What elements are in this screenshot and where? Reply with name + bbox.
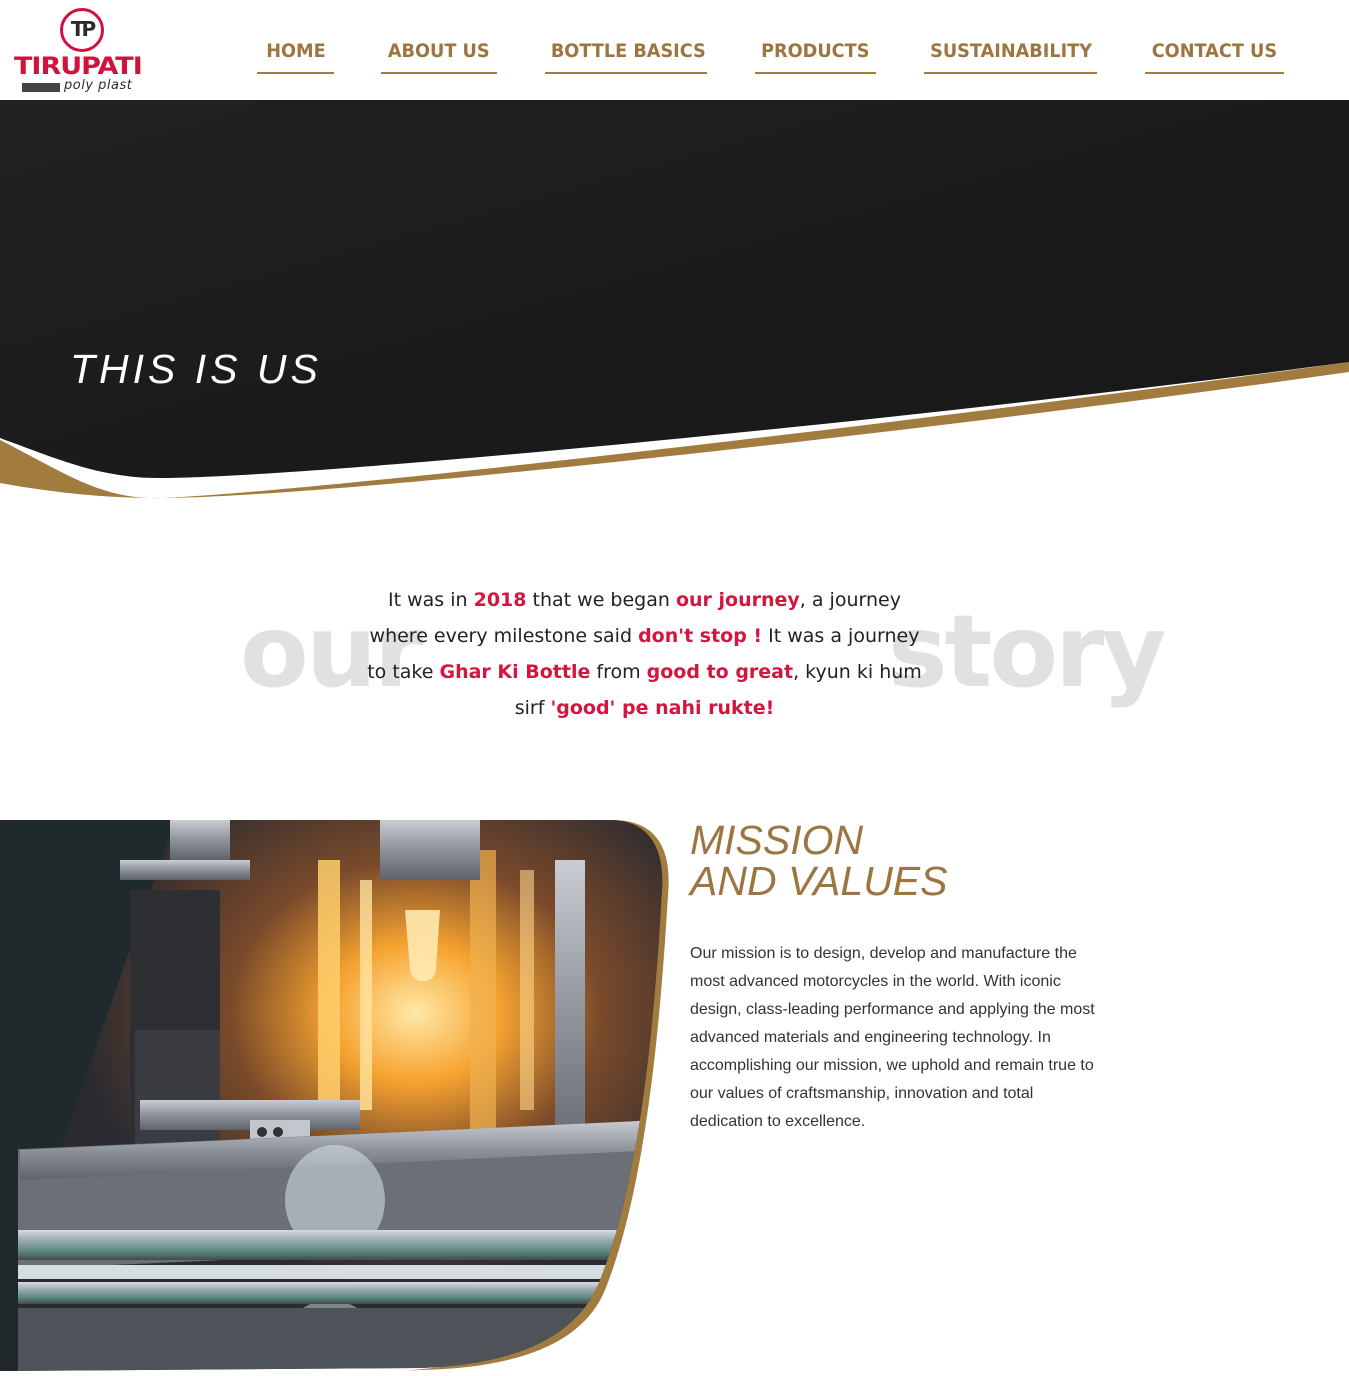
story-text-segment: It was in [388, 589, 474, 611]
nav-sustainability[interactable]: SUSTAINABILITY [924, 38, 1097, 74]
nav-home[interactable]: HOME [257, 38, 334, 74]
story-highlight-journey: our journey [675, 589, 800, 611]
hero-background [0, 100, 1349, 499]
hero-banner: THIS IS US [0, 100, 1349, 520]
story-highlight-good-to-great: good to great [646, 661, 794, 683]
bottle-machine-image [0, 820, 670, 1371]
nav-contact-us[interactable]: CONTACT US [1145, 38, 1284, 74]
mission-body: Our mission is to design, develop and ma… [690, 945, 1095, 1130]
mission-title-line1: MISSION [690, 817, 864, 863]
story-highlight-tagline: 'good' pe nahi rukte! [550, 697, 775, 719]
site-header: TP TIRUPATI poly plast HOME ABOUT US BOT… [0, 0, 1349, 100]
story-paragraph: It was in 2018 that we began our journey… [362, 582, 927, 726]
story-text-segment: that we began [526, 589, 676, 611]
mission-title: MISSION AND VALUES [690, 820, 948, 902]
story-highlight-year: 2018 [473, 589, 527, 611]
story-text-segment: from [590, 661, 647, 683]
hero-title: THIS IS US [70, 346, 322, 392]
story-highlight-dont-stop: don't stop ! [638, 625, 763, 647]
story-ghost-word-right: story [888, 593, 1167, 710]
nav-products[interactable]: PRODUCTS [755, 38, 876, 74]
nav-bottle-basics[interactable]: BOTTLE BASICS [545, 38, 707, 74]
mission-title-line2: AND VALUES [690, 858, 948, 904]
our-story-section: our story It was in 2018 that we began o… [0, 560, 1349, 760]
story-highlight-ghar-ki-bottle: Ghar Ki Bottle [439, 661, 591, 683]
nav-about-us[interactable]: ABOUT US [381, 38, 497, 74]
main-nav: HOME ABOUT US BOTTLE BASICS PRODUCTS SUS… [0, 0, 1349, 100]
